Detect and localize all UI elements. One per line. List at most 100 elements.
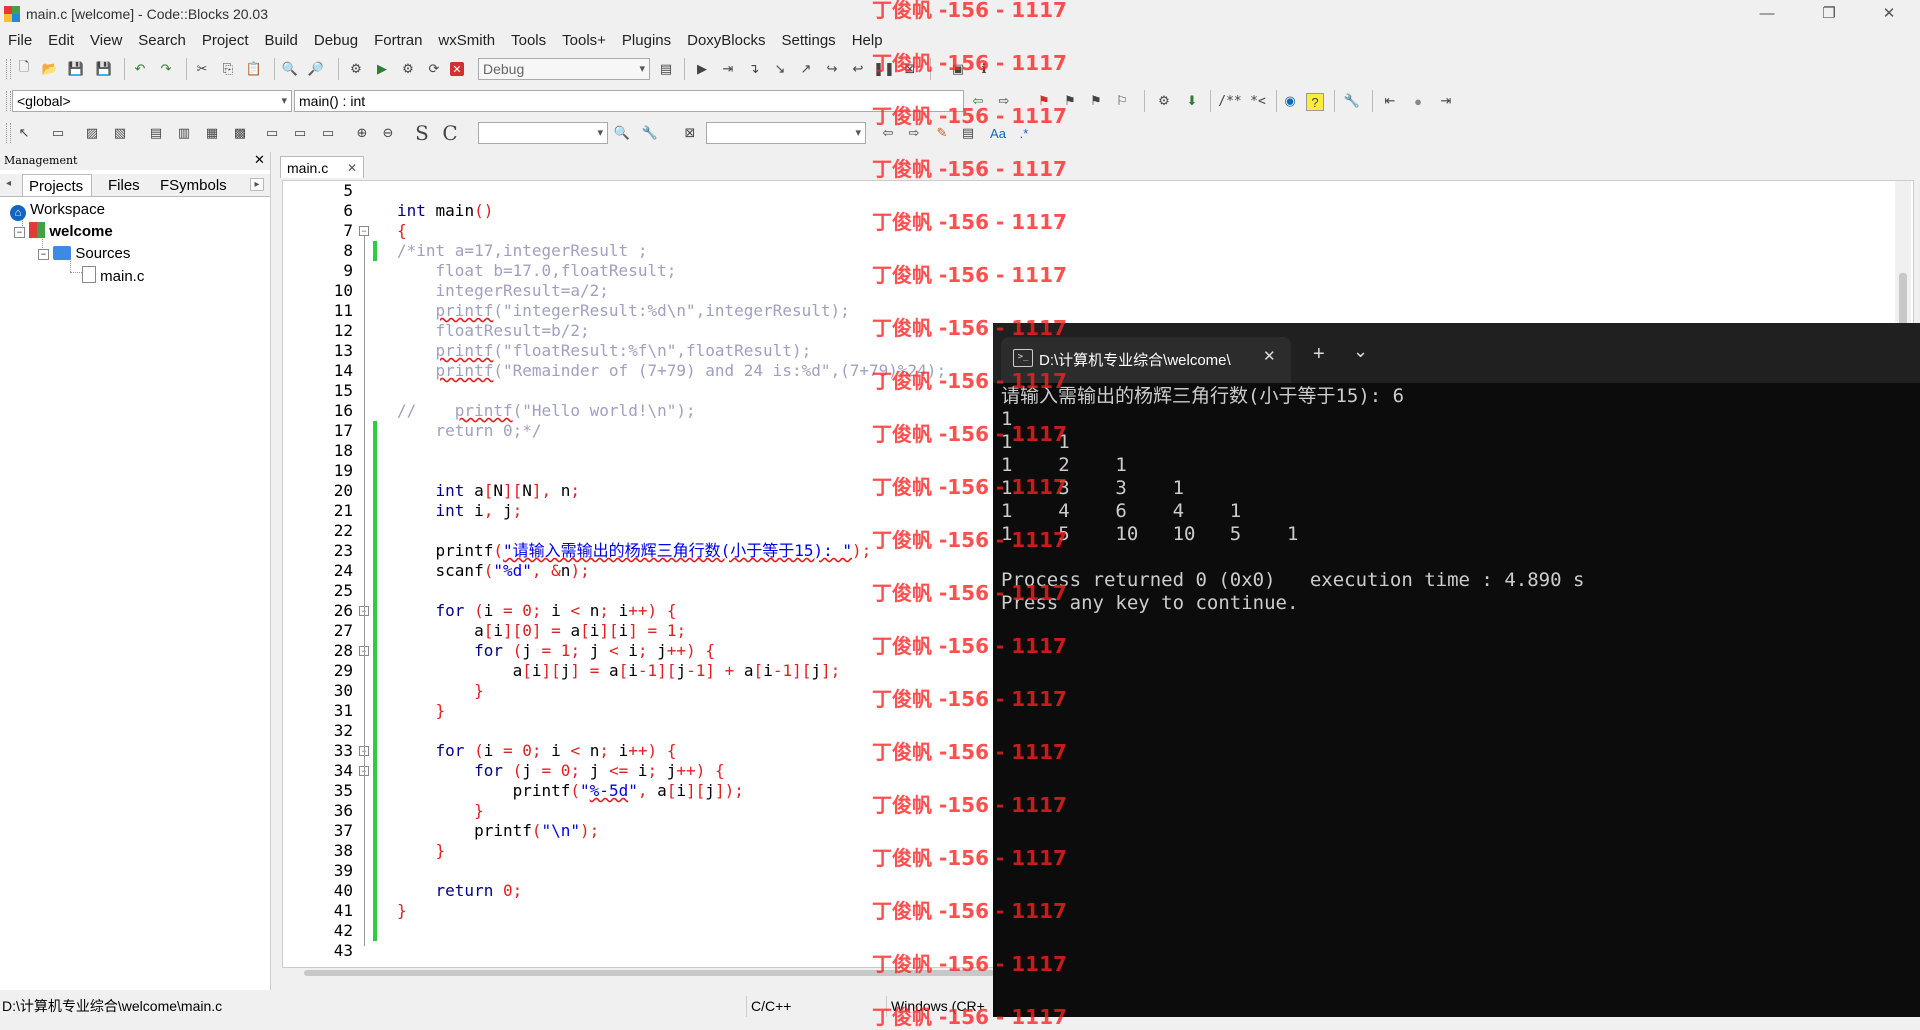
menu-build[interactable]: Build xyxy=(257,30,306,52)
tab-scroll-left-icon[interactable]: ◂ xyxy=(6,178,11,189)
code-line[interactable]: return 0; xyxy=(397,881,523,901)
stdbutton-icon[interactable]: ▭ xyxy=(318,123,338,143)
open-file-icon[interactable]: 📂 xyxy=(40,59,60,79)
selected-text-icon[interactable]: ▤ xyxy=(958,123,978,143)
doxy-block-comment-button[interactable]: /** xyxy=(1216,91,1244,111)
new-tab-button[interactable]: + xyxy=(1313,343,1325,366)
replace-icon[interactable]: 🔎 xyxy=(306,59,326,79)
find-icon[interactable]: 🔍 xyxy=(280,59,300,79)
doxy-line-comment-button[interactable]: *< xyxy=(1246,91,1270,111)
copy-icon[interactable]: ⎘ xyxy=(218,59,238,79)
menu-view[interactable]: View xyxy=(82,30,130,52)
step-out-icon[interactable]: ↗ xyxy=(796,59,816,79)
menu-edit[interactable]: Edit xyxy=(40,30,82,52)
menu-file[interactable]: File xyxy=(0,30,40,52)
terminal-tab[interactable]: >_ D:\计算机专业综合\welcome\ ✕ xyxy=(1001,337,1291,383)
next-line-icon[interactable]: ↴ xyxy=(744,59,764,79)
search-input[interactable]: ▾ xyxy=(706,122,866,144)
tab-files[interactable]: Files xyxy=(108,174,140,196)
search-settings-icon[interactable]: 🔧 xyxy=(640,123,660,143)
code-line[interactable]: } xyxy=(397,681,484,701)
menu-debug[interactable]: Debug xyxy=(306,30,366,52)
code-line[interactable]: return 0;*/ xyxy=(397,421,542,441)
code-line[interactable]: { xyxy=(397,221,407,241)
doxywizard-icon[interactable]: ⚙ xyxy=(1154,91,1174,111)
code-line[interactable]: integerResult=a/2; xyxy=(397,281,609,301)
menu-search[interactable]: Search xyxy=(130,30,194,52)
first-tab-icon[interactable]: ⇤ xyxy=(1380,91,1400,111)
find-prev-icon[interactable]: ⇦ xyxy=(878,123,898,143)
console-window[interactable]: >_ D:\计算机专业综合\welcome\ ✕ + ⌄ 请输入需输出的杨辉三角… xyxy=(993,323,1920,1017)
close-button[interactable]: ✕ xyxy=(1866,0,1912,30)
frame-icon[interactable]: ▭ xyxy=(48,123,68,143)
horizontal-scrollbar[interactable] xyxy=(282,966,994,980)
code-line[interactable]: printf("floatResult:%f\n",floatResult); xyxy=(397,341,812,361)
tree-workspace[interactable]: ⌂ Workspace xyxy=(10,200,105,221)
grid-sizer-icon[interactable]: ▦ xyxy=(202,123,222,143)
pause-icon[interactable]: ❚❚ xyxy=(873,59,895,79)
menu-project[interactable]: Project xyxy=(194,30,257,52)
debug-info-icon[interactable]: ℹ xyxy=(974,59,994,79)
run-icon[interactable]: ▶ xyxy=(372,59,392,79)
build-target-select[interactable]: Debug ▾ xyxy=(478,58,650,80)
flex-sizer-icon[interactable]: ▩ xyxy=(230,123,250,143)
target-options-icon[interactable]: ▤ xyxy=(656,59,676,79)
static-box-icon[interactable]: ▭ xyxy=(290,123,310,143)
code-line[interactable]: printf("Remainder of (7+79) and 24 is:%d… xyxy=(397,361,947,381)
toolbar-grip[interactable] xyxy=(6,123,11,143)
code-line[interactable]: scanf("%d", &n); xyxy=(397,561,590,581)
code-line[interactable]: a[i][0] = a[i][i] = 1; xyxy=(397,621,686,641)
zoom-out-icon[interactable]: ⊖ xyxy=(378,123,398,143)
rebuild-icon[interactable]: ⟳ xyxy=(424,59,444,79)
code-line[interactable]: } xyxy=(397,841,446,861)
code-line[interactable]: floatResult=b/2; xyxy=(397,321,590,341)
box-sizer-icon[interactable]: ▥ xyxy=(174,123,194,143)
doxy-extract-icon[interactable]: ⬇ xyxy=(1182,91,1202,111)
last-tab-icon[interactable]: ⇥ xyxy=(1436,91,1456,111)
menu-fortran[interactable]: Fortran xyxy=(366,30,430,52)
tab-projects[interactable]: Projects xyxy=(22,174,92,196)
bookmark-prev-icon[interactable]: ⚑ xyxy=(1060,91,1080,111)
jump-back-icon[interactable]: ⇦ xyxy=(968,91,988,111)
toolbar-grip[interactable] xyxy=(6,91,11,111)
code-line[interactable]: for (j = 0; j <= i; j++) { xyxy=(397,761,725,781)
menu-wxsmith[interactable]: wxSmith xyxy=(430,30,503,52)
record-icon[interactable]: ● xyxy=(1408,91,1428,111)
bookmark-next-icon[interactable]: ⚑ xyxy=(1086,91,1106,111)
code-line[interactable]: int a[N][N], n; xyxy=(397,481,581,501)
menu-tools[interactable]: Tools xyxy=(503,30,554,52)
sizer-icon[interactable]: ▤ xyxy=(146,123,166,143)
code-line[interactable]: printf("%-5d", a[i][j]); xyxy=(397,781,744,801)
menu-settings[interactable]: Settings xyxy=(773,30,843,52)
panel-icon[interactable]: ▧ xyxy=(110,123,130,143)
pointer-icon[interactable]: ↖ xyxy=(14,123,34,143)
code-line[interactable]: float b=17.0,floatResult; xyxy=(397,261,677,281)
debug-start-icon[interactable]: ▶ xyxy=(692,59,712,79)
save-all-icon[interactable]: 💾 xyxy=(94,59,114,79)
select-c-icon[interactable]: C xyxy=(440,121,460,145)
spacer-icon[interactable]: ▭ xyxy=(262,123,282,143)
run-to-cursor-icon[interactable]: ⇥ xyxy=(718,59,738,79)
jump-forward-icon[interactable]: ⇨ xyxy=(994,91,1014,111)
debug-windows-icon[interactable]: ▣ xyxy=(948,59,968,79)
save-icon[interactable]: 💾 xyxy=(66,59,86,79)
search-scope-select[interactable]: ▾ xyxy=(478,122,608,144)
find-next-icon[interactable]: ⇨ xyxy=(904,123,924,143)
code-line[interactable]: for (j = 1; j < i; j++) { xyxy=(397,641,715,661)
tree-project-welcome[interactable]: − welcome xyxy=(14,222,113,242)
menu-tools-plus[interactable]: Tools+ xyxy=(554,30,614,52)
search-go-icon[interactable]: 🔍 xyxy=(612,123,632,143)
code-line[interactable]: for (i = 0; i < n; i++) { xyxy=(397,601,677,621)
bookmark-toggle-icon[interactable]: ⚑ xyxy=(1034,91,1054,111)
build-gear-icon[interactable]: ⚙ xyxy=(346,59,366,79)
doxy-config-icon[interactable]: 🔧 xyxy=(1342,91,1362,111)
code-line[interactable]: } xyxy=(397,701,446,721)
code-line[interactable]: /*int a=17,integerResult ; xyxy=(397,241,647,261)
menu-doxyblocks[interactable]: DoxyBlocks xyxy=(679,30,773,52)
highlight-icon[interactable]: ✎ xyxy=(932,123,952,143)
maximize-button[interactable]: ❐ xyxy=(1806,0,1852,30)
match-case-button[interactable]: Aa xyxy=(986,123,1010,143)
step-into-icon[interactable]: ↘ xyxy=(770,59,790,79)
clear-search-icon[interactable]: ⊠ xyxy=(680,123,700,143)
paste-icon[interactable]: 📋 xyxy=(244,59,264,79)
